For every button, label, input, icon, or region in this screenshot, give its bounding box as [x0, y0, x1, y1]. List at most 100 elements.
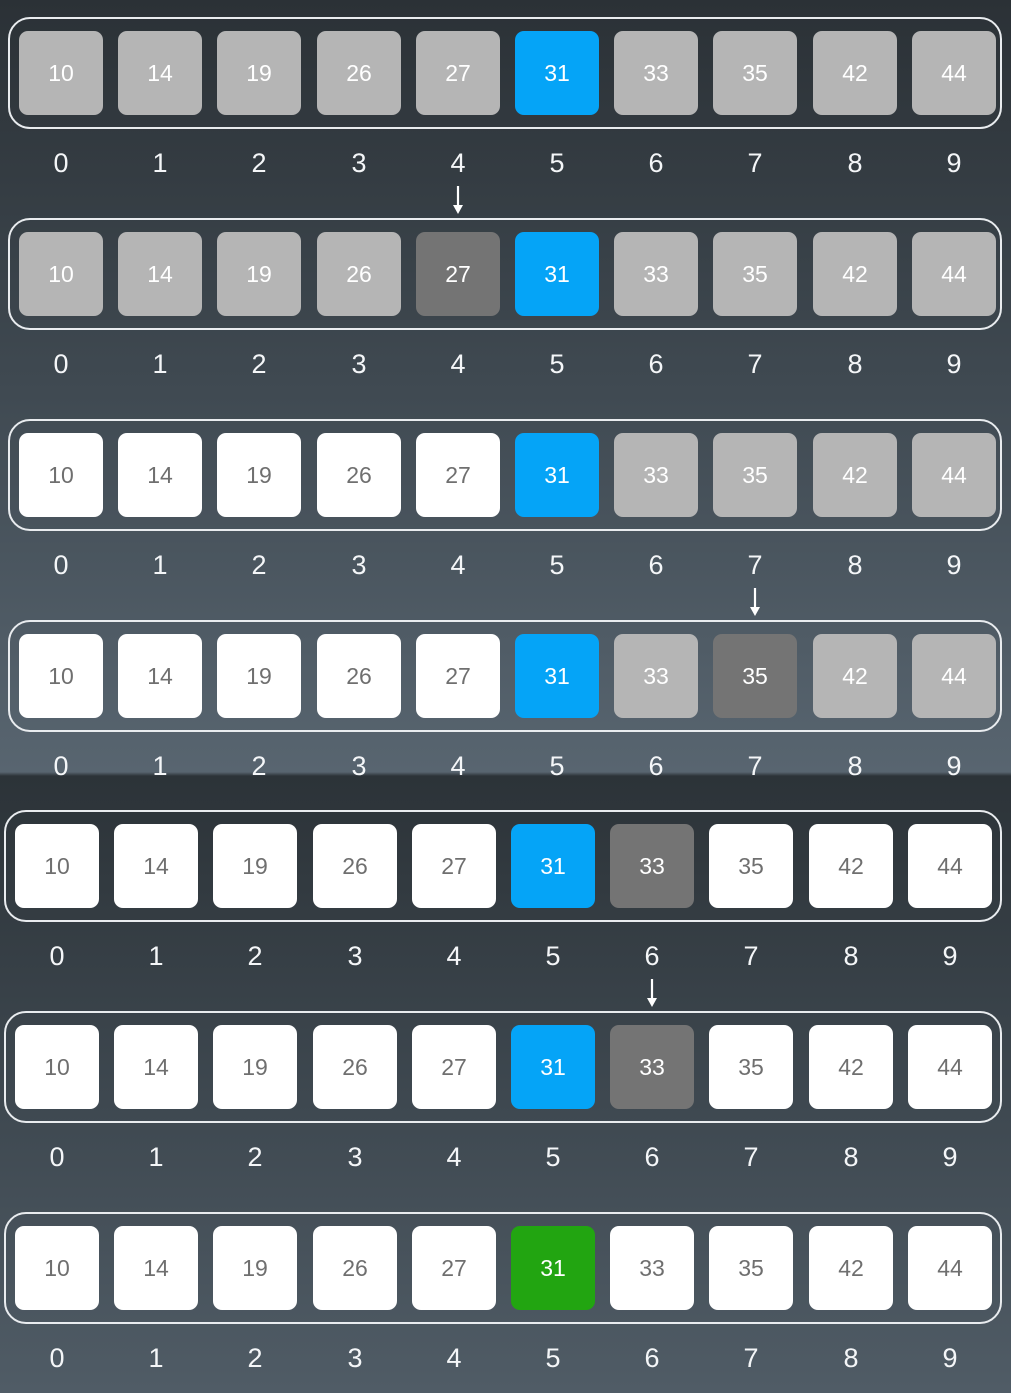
- search-visualization: { "values": ["10","14","19","26","27","3…: [0, 0, 1011, 1393]
- index-label: 4: [450, 751, 466, 781]
- index-label: 6: [644, 1142, 660, 1172]
- index-label: 2: [251, 349, 267, 379]
- array-cell: 26: [313, 824, 397, 908]
- index-label: 2: [247, 1343, 263, 1373]
- index-label: 2: [251, 148, 267, 178]
- index-label: 2: [251, 550, 267, 580]
- array-cell: 27: [412, 1226, 496, 1310]
- index-label: 1: [152, 751, 168, 781]
- array-cell: 44: [908, 824, 992, 908]
- array-cell: 42: [813, 31, 897, 115]
- index-label: 1: [148, 941, 164, 971]
- array-cell: 44: [912, 433, 996, 517]
- array-cell: 35: [709, 824, 793, 908]
- index-label: 5: [549, 550, 565, 580]
- index-label: 4: [450, 550, 466, 580]
- index-label: 2: [251, 751, 267, 781]
- array-cell: 31: [511, 824, 595, 908]
- index-label: 5: [549, 349, 565, 379]
- index-label: 6: [644, 941, 660, 971]
- array-cell: 10: [15, 1025, 99, 1109]
- array-cell: 35: [713, 433, 797, 517]
- index-label: 9: [946, 751, 962, 781]
- array-cell: 35: [709, 1226, 793, 1310]
- index-label: 9: [942, 1142, 958, 1172]
- index-label: 4: [446, 941, 462, 971]
- array-cell: 19: [213, 1226, 297, 1310]
- index-label: 7: [747, 349, 763, 379]
- index-label: 0: [49, 941, 65, 971]
- index-label: 9: [942, 941, 958, 971]
- array-cell: 33: [610, 824, 694, 908]
- array-cell: 10: [15, 824, 99, 908]
- array-cell: 42: [809, 1025, 893, 1109]
- index-label: 5: [549, 751, 565, 781]
- array-cell: 19: [213, 824, 297, 908]
- index-label: 3: [351, 148, 367, 178]
- index-label: 5: [545, 1343, 561, 1373]
- index-label: 9: [946, 148, 962, 178]
- index-label: 6: [648, 751, 664, 781]
- index-label: 9: [946, 550, 962, 580]
- index-label: 5: [549, 148, 565, 178]
- index-label: 1: [152, 550, 168, 580]
- array-cell: 31: [515, 634, 599, 718]
- array-cell: 31: [511, 1226, 595, 1310]
- array-cell: 10: [19, 31, 103, 115]
- index-label: 6: [644, 1343, 660, 1373]
- array-cell: 27: [416, 31, 500, 115]
- array-cell: 10: [19, 433, 103, 517]
- array-cell: 19: [217, 232, 301, 316]
- array-cell: 27: [412, 1025, 496, 1109]
- index-label: 8: [843, 1343, 859, 1373]
- index-label: 8: [847, 349, 863, 379]
- array-cell: 10: [19, 634, 103, 718]
- array-cell: 31: [511, 1025, 595, 1109]
- array-cell: 33: [610, 1226, 694, 1310]
- index-label: 0: [49, 1142, 65, 1172]
- array-cell: 14: [118, 31, 202, 115]
- index-label: 2: [247, 941, 263, 971]
- index-label: 7: [747, 148, 763, 178]
- index-label: 6: [648, 550, 664, 580]
- array-cell: 44: [912, 232, 996, 316]
- array-cell: 10: [19, 232, 103, 316]
- array-cell: 19: [217, 634, 301, 718]
- index-label: 8: [843, 941, 859, 971]
- array-cell: 10: [15, 1226, 99, 1310]
- array-cell: 33: [614, 232, 698, 316]
- index-label: 8: [847, 550, 863, 580]
- array-cell: 44: [912, 31, 996, 115]
- array-cell: 14: [118, 634, 202, 718]
- index-label: 7: [743, 1142, 759, 1172]
- array-cell: 33: [614, 31, 698, 115]
- index-label: 4: [446, 1343, 462, 1373]
- index-label: 1: [148, 1142, 164, 1172]
- array-cell: 42: [809, 824, 893, 908]
- array-cell: 31: [515, 31, 599, 115]
- index-label: 3: [347, 941, 363, 971]
- array-cell: 14: [118, 433, 202, 517]
- array-cell: 33: [614, 433, 698, 517]
- index-label: 6: [648, 148, 664, 178]
- index-label: 8: [843, 1142, 859, 1172]
- array-cell: 26: [317, 232, 401, 316]
- index-label: 5: [545, 941, 561, 971]
- index-label: 7: [747, 550, 763, 580]
- array-cell: 31: [515, 433, 599, 517]
- array-cell: 14: [114, 1025, 198, 1109]
- index-label: 0: [53, 349, 69, 379]
- array-cell: 19: [217, 433, 301, 517]
- array-cell: 26: [317, 433, 401, 517]
- array-cell: 26: [317, 634, 401, 718]
- array-cell: 44: [908, 1226, 992, 1310]
- index-label: 0: [53, 550, 69, 580]
- index-label: 4: [450, 349, 466, 379]
- index-label: 5: [545, 1142, 561, 1172]
- array-cell: 26: [313, 1226, 397, 1310]
- down-arrow-icon: [750, 588, 760, 616]
- index-label: 7: [743, 941, 759, 971]
- array-cell: 19: [217, 31, 301, 115]
- index-label: 3: [351, 550, 367, 580]
- array-cell: 31: [515, 232, 599, 316]
